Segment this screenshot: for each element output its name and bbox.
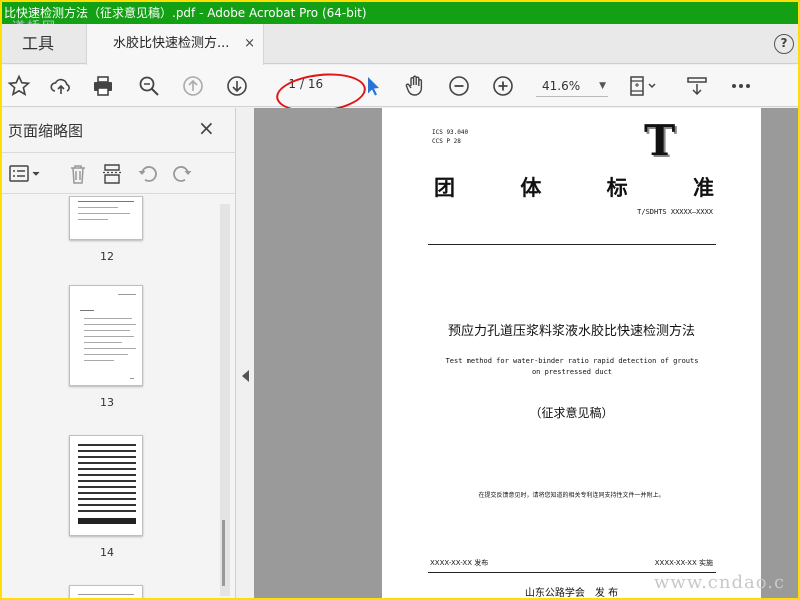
- tab-bar: 工具 水胶比快速检测方... × ?: [2, 24, 798, 65]
- thumbnail-scrollbar[interactable]: [220, 204, 230, 596]
- hand-icon[interactable]: [400, 71, 430, 101]
- scrollbar-thumb[interactable]: [222, 520, 225, 586]
- ics-code: ICS 93.040 CCS P 28: [432, 129, 469, 145]
- fit-page-icon[interactable]: [624, 71, 662, 101]
- upload-icon[interactable]: [46, 71, 76, 101]
- tab-document[interactable]: 水胶比快速检测方... ×: [86, 24, 264, 65]
- standard-code: T/SDHTS XXXXX—XXXX: [637, 208, 713, 216]
- thumbnail-page-14[interactable]: [69, 435, 143, 536]
- insert-page-icon[interactable]: [100, 162, 124, 186]
- tab-document-label: 水胶比快速检测方...: [113, 36, 230, 51]
- implement-date: XXXX-XX-XX 实施: [654, 559, 713, 567]
- document-view: ICS 93.040 CCS P 28 T 团 体 标 准 T/SDHTS XX…: [254, 108, 798, 598]
- watermark-bottom: www.cndao.c: [654, 572, 786, 593]
- thumbnail-page-15[interactable]: [69, 585, 143, 598]
- thumbnail-label: 12: [100, 250, 114, 263]
- app-window: 比快速检测方法（征求意见稿）.pdf - Adobe Acrobat Pro (…: [2, 2, 798, 598]
- zoom-level-dropdown[interactable]: 41.6% ▼: [536, 75, 608, 97]
- close-tab-icon[interactable]: ×: [244, 24, 255, 64]
- page-up-icon[interactable]: [178, 71, 208, 101]
- zoom-in-icon[interactable]: [488, 71, 518, 101]
- help-icon[interactable]: ?: [774, 34, 794, 54]
- draft-label: （征求意见稿）: [529, 406, 614, 420]
- collapse-panel-icon[interactable]: [242, 370, 249, 382]
- patent-notice: 在提交反馈意见时，请将您知道的相关专利连同支持性文件一并附上。: [478, 492, 665, 499]
- page-thumbnails-panel: 页面缩略图 × 12 13 14: [2, 108, 236, 598]
- rotate-left-icon[interactable]: [136, 162, 160, 186]
- star-icon[interactable]: [4, 71, 34, 101]
- chevron-down-icon: ▼: [599, 81, 606, 91]
- thumbnail-label: 14: [100, 546, 114, 559]
- english-title: Test method for water-binder ratio rapid…: [445, 357, 699, 376]
- close-panel-icon[interactable]: ×: [198, 116, 215, 140]
- scroll-mode-icon[interactable]: [682, 71, 712, 101]
- panel-title: 页面缩略图: [8, 122, 84, 140]
- standard-title: 团 体 标 准: [434, 176, 714, 200]
- release-date: XXXX-XX-XX 发布: [430, 559, 489, 567]
- tab-tools[interactable]: 工具: [2, 24, 82, 64]
- page-down-icon[interactable]: [222, 71, 252, 101]
- chinese-title: 预应力孔道压浆料浆液水胶比快速检测方法: [447, 324, 695, 339]
- title-bar: 比快速检测方法（征求意见稿）.pdf - Adobe Acrobat Pro (…: [2, 2, 798, 24]
- thumbnail-page-13[interactable]: [69, 285, 143, 386]
- pdf-page: ICS 93.040 CCS P 28 T 团 体 标 准 T/SDHTS XX…: [382, 108, 761, 598]
- options-menu-icon[interactable]: [8, 162, 44, 186]
- toolbar: 1 / 16 41.6% ▼: [2, 65, 798, 107]
- panel-toolbar: [2, 152, 236, 194]
- zoom-out-icon[interactable]: [444, 71, 474, 101]
- zoom-search-icon[interactable]: [134, 71, 164, 101]
- zoom-level: 41.6%: [542, 79, 581, 93]
- thumbnail-list: 12 13 14: [2, 196, 224, 598]
- delete-icon[interactable]: [66, 162, 90, 186]
- thumbnail-page-12[interactable]: [69, 196, 143, 240]
- rotate-right-icon[interactable]: [170, 162, 194, 186]
- window-title: 比快速检测方法（征求意见稿）.pdf - Adobe Acrobat Pro (…: [4, 6, 367, 20]
- standard-letter: T: [644, 116, 676, 165]
- thumbnail-label: 13: [100, 396, 114, 409]
- more-icon[interactable]: [726, 71, 756, 101]
- print-icon[interactable]: [88, 71, 118, 101]
- divider: [428, 244, 716, 245]
